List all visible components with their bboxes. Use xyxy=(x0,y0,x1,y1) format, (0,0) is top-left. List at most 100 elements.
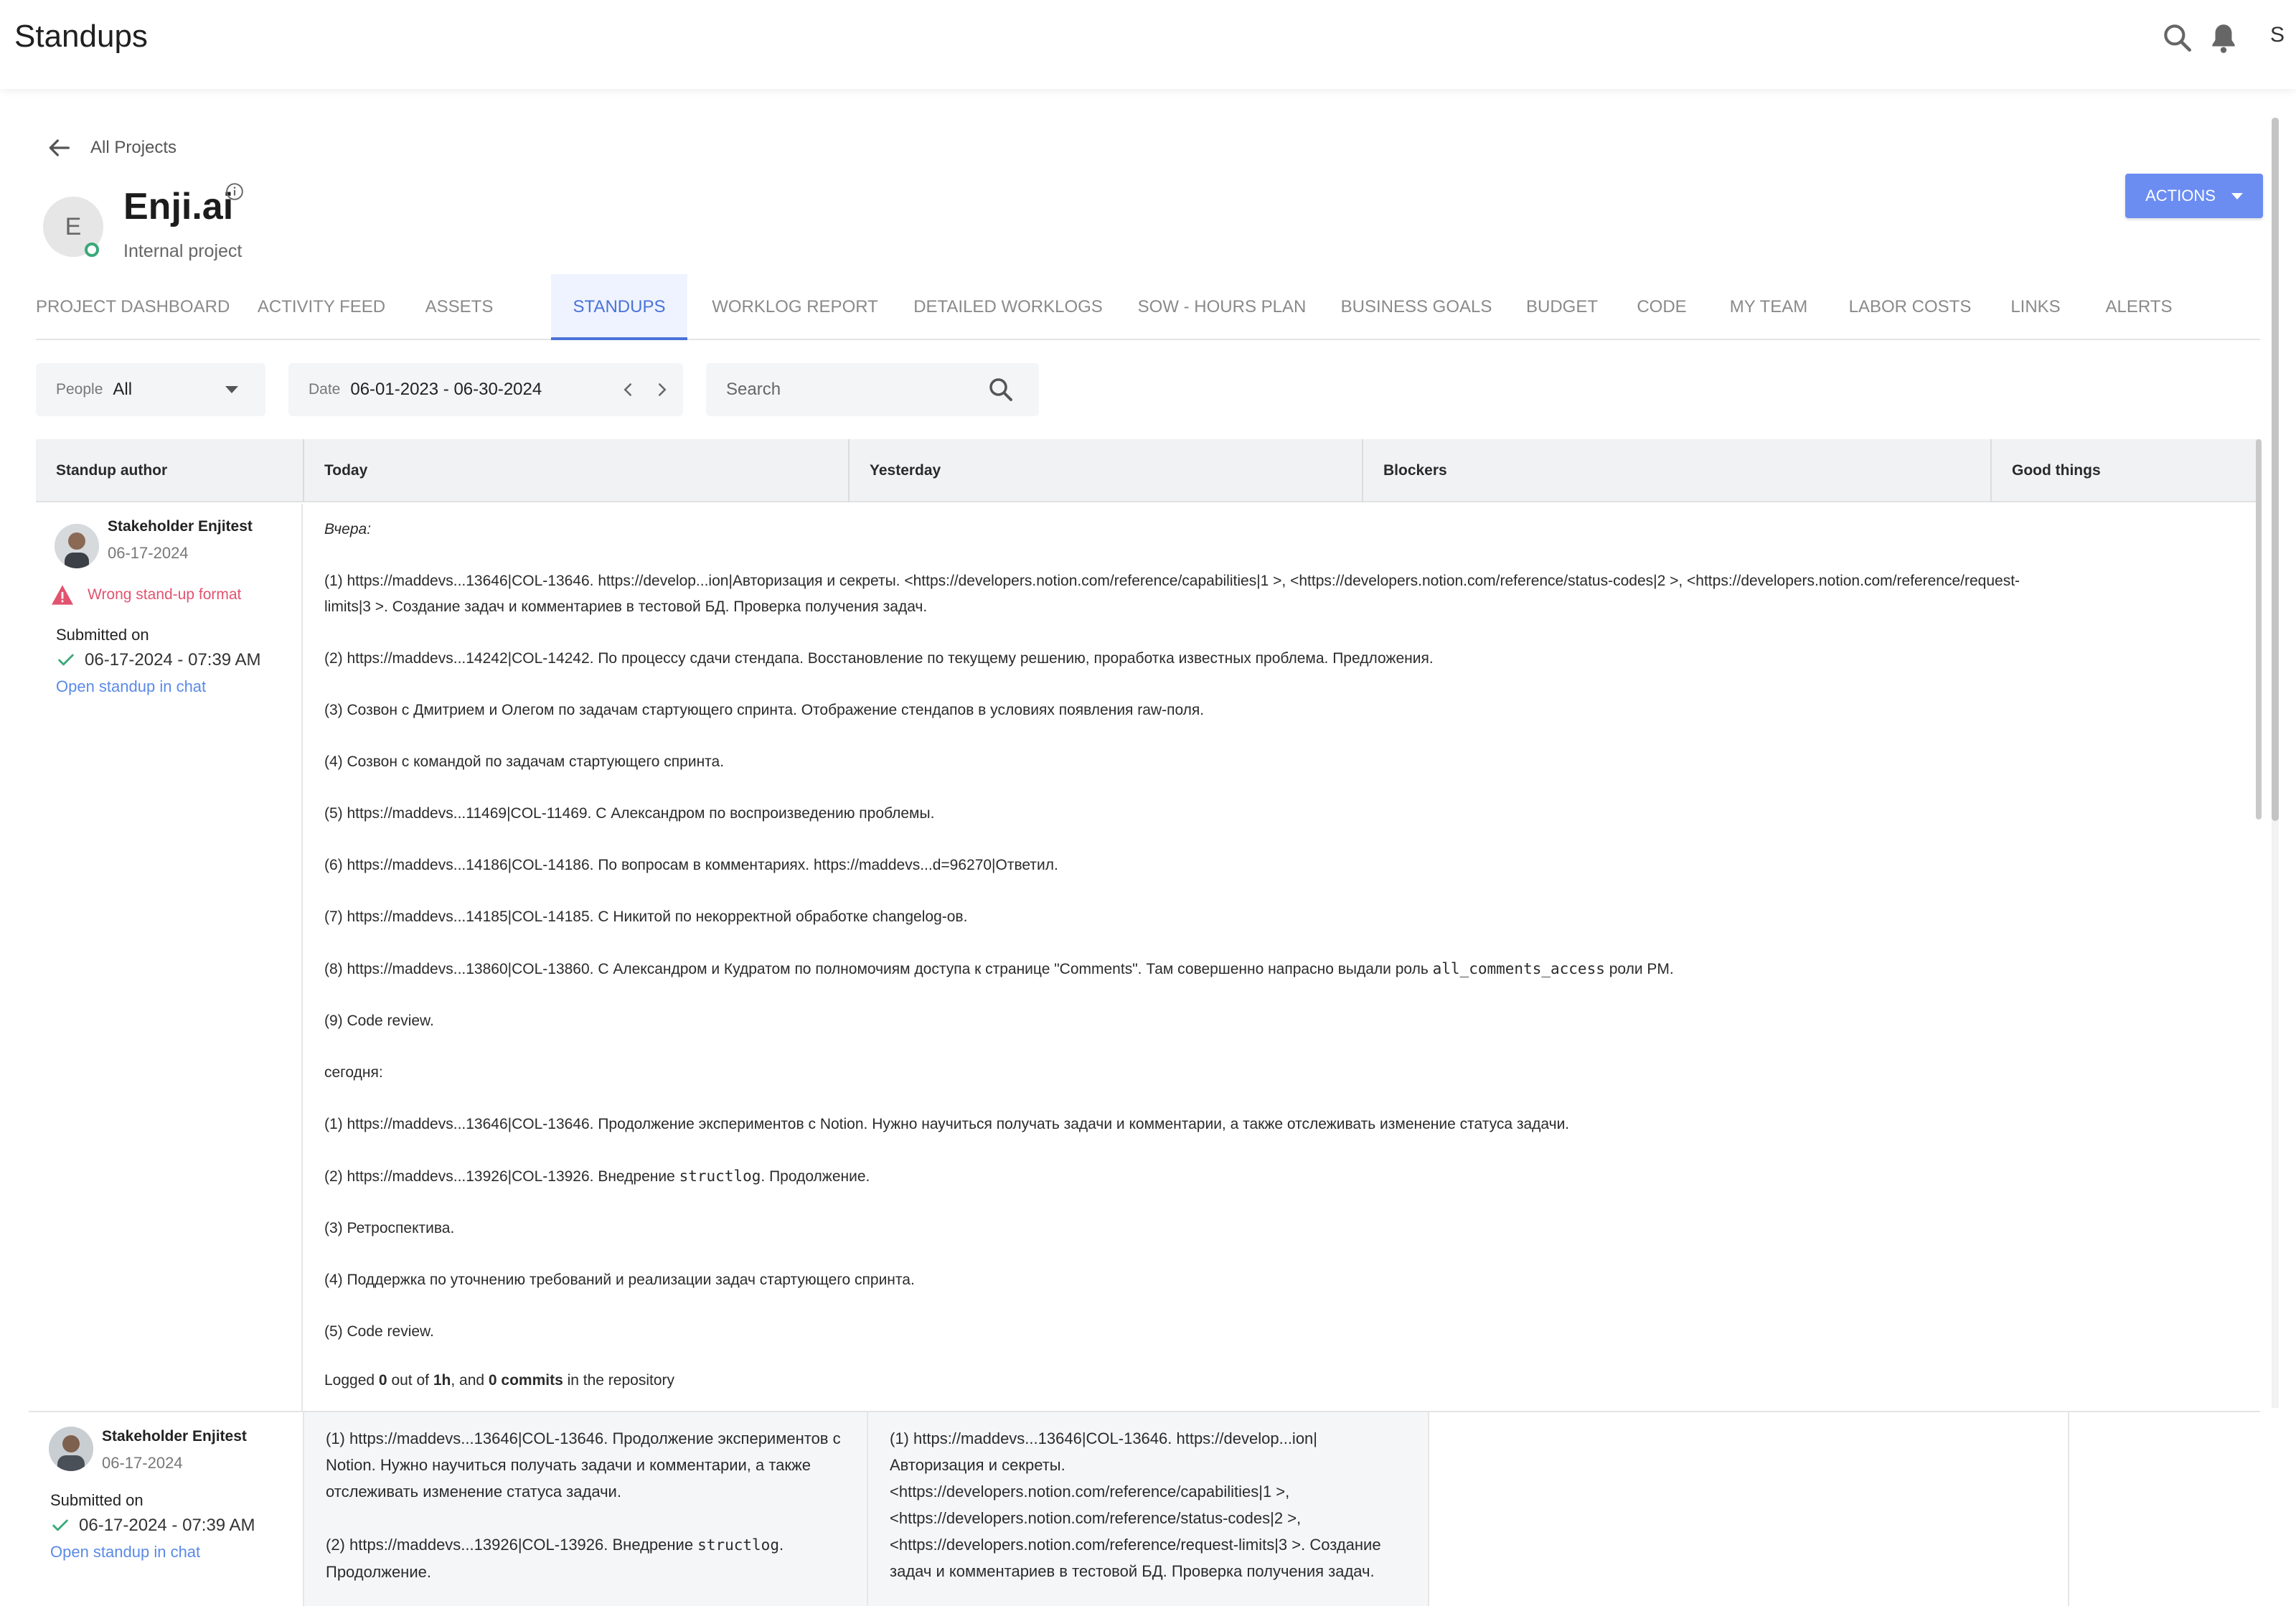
submitted-on-label: Submitted on xyxy=(56,626,149,644)
logged-text: out of xyxy=(387,1372,433,1389)
yesterday-item: (8) https://maddevs...13860|COL-13860. С… xyxy=(324,956,2221,982)
project-tabs: PROJECT DASHBOARD ACTIVITY FEED ASSETS S… xyxy=(36,274,2260,340)
author-avatar xyxy=(55,524,99,568)
project-type: Internal project xyxy=(123,241,243,261)
project-name: Enji.ai xyxy=(123,186,234,227)
people-filter-label: People xyxy=(56,381,103,398)
yesterday-item: (1) https://maddevs...13646|COL-13646. h… xyxy=(890,1429,1381,1580)
table-row: Stakeholder Enjitest 06-17-2024 Wrong st… xyxy=(36,504,2259,1411)
app-title: Standups xyxy=(14,19,148,54)
tab-assets[interactable]: ASSETS xyxy=(416,274,502,340)
today-item-text: (2) https://maddevs...13926|COL-13926. В… xyxy=(324,1168,679,1185)
user-avatar[interactable]: S xyxy=(2270,23,2285,47)
table-header: Standup author Today Yesterday Blockers … xyxy=(36,439,2259,502)
yesterday-item: (1) https://maddevs...13646|COL-13646. h… xyxy=(324,573,2020,589)
page-scrollbar-thumb[interactable] xyxy=(2272,118,2279,821)
yesterday-heading: Вчера: xyxy=(324,521,372,537)
raw-standup-content: Вчера: (1) https://maddevs...13646|COL-1… xyxy=(304,504,2241,1411)
today-cell: (1) https://maddevs...13646|COL-13646. П… xyxy=(303,1412,867,1606)
online-status-icon xyxy=(85,243,99,257)
people-filter-value: All xyxy=(113,380,133,399)
yesterday-item: (3) Созвон с Дмитрием и Олегом по задача… xyxy=(324,702,1205,718)
standup-date: 06-17-2024 xyxy=(108,544,189,562)
tab-detailed-worklogs[interactable]: DETAILED WORKLOGS xyxy=(905,274,1111,340)
hours-total: 1h xyxy=(433,1372,451,1389)
commit-count: 0 commits xyxy=(488,1372,563,1389)
back-link-label: All Projects xyxy=(90,138,177,157)
date-range-filter[interactable]: Date 06-01-2023 - 06-30-2024 xyxy=(288,363,683,416)
tab-business-goals[interactable]: BUSINESS GOALS xyxy=(1333,274,1500,340)
standup-author-cell: Stakeholder Enjitest 06-17-2024 Wrong st… xyxy=(36,504,303,1411)
dropdown-caret-icon xyxy=(225,386,238,393)
yesterday-item: (6) https://maddevs...14186|COL-14186. П… xyxy=(324,857,1058,873)
date-filter-value: 06-01-2023 - 06-30-2024 xyxy=(350,380,542,399)
back-to-all-projects-link[interactable]: All Projects xyxy=(44,133,177,162)
yesterday-item: (4) Созвон с командой по задачам стартую… xyxy=(324,753,725,770)
today-item: (1) https://maddevs...13646|COL-13646. П… xyxy=(326,1429,841,1501)
author-name: Stakeholder Enjitest xyxy=(108,518,253,535)
yesterday-item: (9) Code review. xyxy=(324,1013,434,1029)
column-header-good-things[interactable]: Good things xyxy=(1992,439,2259,502)
tab-labor-costs[interactable]: LABOR COSTS xyxy=(1838,274,1982,340)
tab-code[interactable]: CODE xyxy=(1626,274,1698,340)
search-input[interactable]: Search xyxy=(706,363,1039,416)
today-item: (2) https://maddevs...13926|COL-13926. В… xyxy=(326,1531,847,1585)
tab-budget[interactable]: BUDGET xyxy=(1515,274,1609,340)
search-icon[interactable] xyxy=(986,375,1016,405)
yesterday-cell: (1) https://maddevs...13646|COL-13646. h… xyxy=(867,1412,1428,1606)
good-things-cell xyxy=(2068,1412,2260,1606)
app-bar: Standups S xyxy=(0,0,2296,89)
tab-sow-hours-plan[interactable]: SOW - HOURS PLAN xyxy=(1128,274,1316,340)
chevron-left-icon[interactable] xyxy=(617,379,639,400)
chevron-right-icon[interactable] xyxy=(651,379,673,400)
yesterday-item-text: роли PM. xyxy=(1604,961,1674,977)
author-name: Stakeholder Enjitest xyxy=(102,1428,247,1445)
checkmark-icon xyxy=(52,1519,68,1531)
logged-text: , and xyxy=(451,1372,489,1389)
notifications-bell-icon[interactable] xyxy=(2206,20,2241,56)
info-icon[interactable] xyxy=(225,182,244,201)
standup-date: 06-17-2024 xyxy=(102,1454,183,1472)
column-header-yesterday[interactable]: Yesterday xyxy=(850,439,1362,502)
app-bar-actions: S xyxy=(2152,20,2296,56)
search-placeholder: Search xyxy=(726,380,781,399)
submitted-on-value: 06-17-2024 - 07:39 AM xyxy=(56,650,261,670)
yesterday-item: (2) https://maddevs...14242|COL-14242. П… xyxy=(324,650,1434,667)
column-header-blockers[interactable]: Blockers xyxy=(1363,439,1990,502)
submitted-on-value: 06-17-2024 - 07:39 AM xyxy=(50,1516,255,1536)
yesterday-item-continuation: limits|3 >. Создание задач и комментарие… xyxy=(324,598,928,615)
warning-text: Wrong stand-up format xyxy=(88,586,242,603)
date-filter-label: Date xyxy=(309,381,341,398)
open-standup-in-chat-link[interactable]: Open standup in chat xyxy=(50,1543,200,1562)
caret-down-icon xyxy=(2231,192,2243,199)
yesterday-item: (7) https://maddevs...14185|COL-14185. С… xyxy=(324,908,968,925)
table-scrollbar[interactable] xyxy=(2256,439,2262,820)
standup-author-cell: Stakeholder Enjitest 06-17-2024 Submitte… xyxy=(29,1412,303,1606)
column-header-standup-author[interactable]: Standup author xyxy=(36,439,303,502)
today-item: (2) https://maddevs...13926|COL-13926. В… xyxy=(324,1163,2221,1190)
tab-my-team[interactable]: MY TEAM xyxy=(1715,274,1822,340)
search-icon[interactable] xyxy=(2160,20,2196,56)
tab-alerts[interactable]: ALERTS xyxy=(2092,274,2186,340)
tab-standups[interactable]: STANDUPS xyxy=(551,274,687,340)
code-snippet: structlog xyxy=(679,1168,761,1185)
actions-button[interactable]: ACTIONS xyxy=(2125,174,2263,218)
blockers-cell xyxy=(1428,1412,2068,1606)
today-item: (1) https://maddevs...13646|COL-13646. П… xyxy=(324,1116,1570,1132)
checkmark-icon xyxy=(58,654,74,666)
today-item-text: (2) https://maddevs...13926|COL-13926. В… xyxy=(326,1536,698,1554)
code-snippet: all_comments_access xyxy=(1432,960,1605,977)
arrow-left-icon xyxy=(49,139,70,156)
open-standup-in-chat-link[interactable]: Open standup in chat xyxy=(56,677,206,696)
tab-worklog-report[interactable]: WORKLOG REPORT xyxy=(703,274,887,340)
logged-text: in the repository xyxy=(563,1372,675,1389)
column-header-today[interactable]: Today xyxy=(304,439,848,502)
code-snippet: structlog xyxy=(697,1536,779,1554)
today-item: (4) Поддержка по уточнению требований и … xyxy=(324,1272,915,1288)
submitted-on-label: Submitted on xyxy=(50,1491,144,1509)
table-row: Stakeholder Enjitest 06-17-2024 Submitte… xyxy=(29,1412,2260,1606)
tab-activity-feed[interactable]: ACTIVITY FEED xyxy=(251,274,392,340)
people-filter-dropdown[interactable]: People All xyxy=(36,363,265,416)
tab-links[interactable]: LINKS xyxy=(1996,274,2075,340)
tab-project-dashboard[interactable]: PROJECT DASHBOARD xyxy=(36,274,230,340)
